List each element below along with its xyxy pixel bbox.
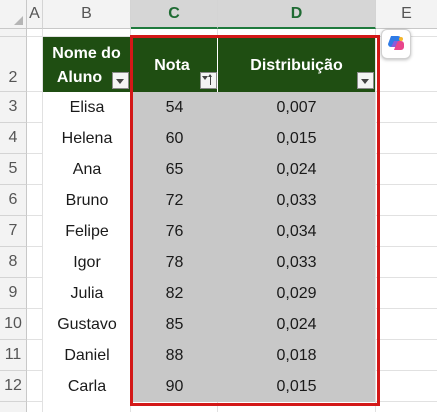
copilot-button[interactable] <box>381 29 411 59</box>
column-header-c[interactable]: C <box>131 0 218 29</box>
table-header-nome-do-aluno[interactable]: Nome do Aluno <box>43 37 131 92</box>
column-header-d[interactable]: D <box>218 0 376 29</box>
row-header-2[interactable]: 2 <box>0 37 27 92</box>
row-header-9[interactable]: 9 <box>0 278 27 309</box>
column-header-b[interactable]: B <box>43 0 131 29</box>
column-header-e[interactable]: E <box>376 0 437 29</box>
cell-name[interactable]: Felipe <box>43 216 131 247</box>
row-header-3[interactable]: 3 <box>0 92 27 123</box>
filter-dropdown-icon[interactable] <box>112 72 129 89</box>
row-header-13[interactable] <box>0 402 27 412</box>
cell-name[interactable]: Carla <box>43 371 131 402</box>
row-header-8[interactable]: 8 <box>0 247 27 278</box>
row-header-10[interactable]: 10 <box>0 309 27 340</box>
select-all-triangle-icon <box>14 16 23 25</box>
row-header-5[interactable]: 5 <box>0 154 27 185</box>
cell-name[interactable]: Julia <box>43 278 131 309</box>
header-name-line1: Nome do <box>52 45 121 62</box>
copilot-icon <box>388 36 404 50</box>
row-header-12[interactable]: 12 <box>0 371 27 402</box>
selection-highlight-box <box>130 35 380 406</box>
row-header-11[interactable]: 11 <box>0 340 27 371</box>
cell-name[interactable]: Helena <box>43 123 131 154</box>
row-header-6[interactable]: 6 <box>0 185 27 216</box>
cell-name[interactable]: Igor <box>43 247 131 278</box>
cell-name[interactable]: Elisa <box>43 92 131 123</box>
select-all-corner[interactable] <box>0 0 27 29</box>
row-header-1[interactable] <box>0 29 27 37</box>
cell-name[interactable]: Daniel <box>43 340 131 371</box>
cell-name[interactable]: Bruno <box>43 185 131 216</box>
cell-name[interactable]: Ana <box>43 154 131 185</box>
column-header-a[interactable]: A <box>27 0 43 29</box>
cell-name[interactable]: Gustavo <box>43 309 131 340</box>
row-header-7[interactable]: 7 <box>0 216 27 247</box>
row-header-4[interactable]: 4 <box>0 123 27 154</box>
